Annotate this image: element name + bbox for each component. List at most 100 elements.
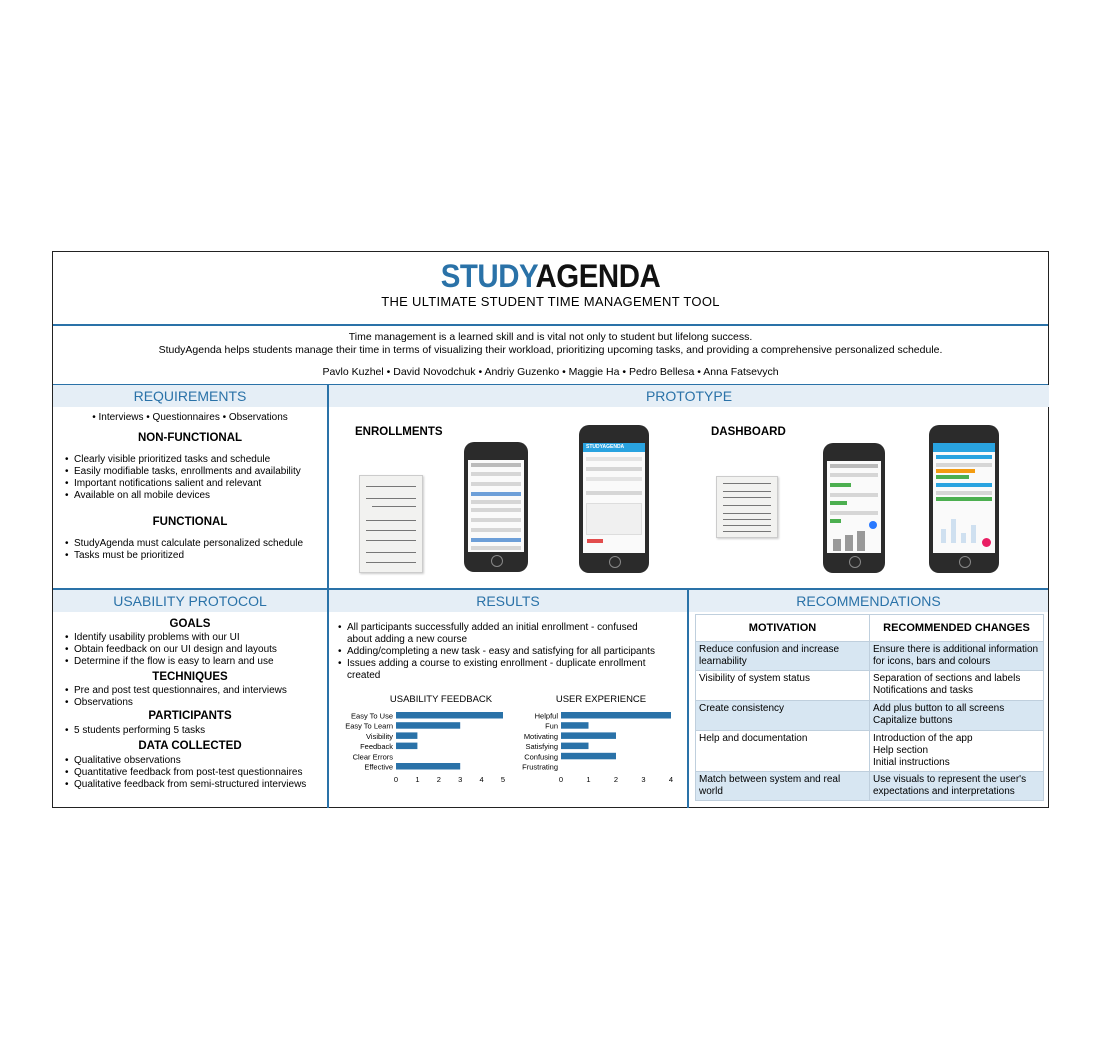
category-label: Feedback xyxy=(360,742,393,751)
results-panel: RESULTS All participants successfully ad… xyxy=(329,590,687,808)
prototype-panel: PROTOTYPE ENROLLMENTS DASHBOARD STUDYAGE… xyxy=(329,385,1049,588)
category-label: Motivating xyxy=(524,732,558,741)
category-label: Clear Errors xyxy=(353,752,394,761)
category-label: Visibility xyxy=(366,732,393,741)
change-line: Notifications and tasks xyxy=(873,685,974,696)
change-line: Ensure there is additional information f… xyxy=(873,644,1039,667)
intro: Time management is a learned skill and i… xyxy=(53,326,1048,386)
table-row: Reduce confusion and increase learnabili… xyxy=(695,641,1044,671)
changes-cell: Separation of sections and labels Notific… xyxy=(869,670,1044,701)
bar xyxy=(396,712,503,719)
dashboard-wireframe-phone xyxy=(823,443,885,573)
tick-label: 0 xyxy=(394,775,398,784)
category-label: Easy To Use xyxy=(351,712,393,721)
subtitle: THE ULTIMATE STUDENT TIME MANAGEMENT TOO… xyxy=(381,294,720,309)
change-line: Introduction of the app xyxy=(873,733,973,744)
chart-title: USABILITY FEEDBACK xyxy=(390,694,493,705)
list-item: Qualitative feedback from semi-structure… xyxy=(63,779,327,791)
requirements-title: REQUIREMENTS xyxy=(53,385,327,407)
chart-0: USABILITY FEEDBACK Easy To UseEasy To Lea… xyxy=(345,694,505,784)
list-item: All participants successfully added an i… xyxy=(336,622,657,646)
intro-line-1: Time management is a learned skill and i… xyxy=(348,331,753,343)
techniques-heading: TECHNIQUES xyxy=(152,671,228,683)
change-line: Capitalize buttons xyxy=(873,715,953,726)
goals-heading: GOALS xyxy=(169,618,211,630)
table-row: Visibility of system status Separation o… xyxy=(695,670,1044,701)
motivation-cell: Create consistency xyxy=(695,700,870,731)
dashboard-paper-sketch xyxy=(716,476,778,538)
bar xyxy=(561,752,616,760)
change-line: Separation of sections and labels xyxy=(873,673,1021,684)
bar xyxy=(561,732,616,739)
changes-cell: Add plus button to all screens Capitalize… xyxy=(869,700,1044,731)
list-item: Tasks must be prioritized xyxy=(63,550,327,562)
usability-title: USABILITY PROTOCOL xyxy=(53,590,327,612)
nonfunctional-heading: NON-FUNCTIONAL xyxy=(137,432,243,444)
tick-label: 2 xyxy=(437,775,441,784)
tick-label: 2 xyxy=(614,775,618,784)
enrollments-app-phone: STUDYAGENDA xyxy=(579,425,649,573)
table-row: Create consistency Add plus button to al… xyxy=(695,700,1044,731)
category-label: Satisfying xyxy=(525,742,558,751)
bar xyxy=(561,742,589,750)
tick-label: 4 xyxy=(480,775,484,784)
list-item: Qualitative observations xyxy=(63,755,327,767)
tick-label: 1 xyxy=(586,775,590,784)
recommendations-panel: RECOMMENDATIONS MOTIVATION RECOMMENDED C… xyxy=(689,590,1048,808)
poster-header: STUDYAGENDA THE ULTIMATE STUDENT TIME MA… xyxy=(53,252,1048,326)
authors: Pavlo Kuzhel • David Novodchuk • Andriy … xyxy=(322,366,779,378)
list-item: Identify usability problems with our UI xyxy=(63,632,327,644)
nonfunctional-list: Clearly visible prioritized tasks and sc… xyxy=(63,454,327,502)
participants-heading: PARTICIPANTS xyxy=(148,710,232,722)
chart-1: USER EXPERIENCE HelpfulFunMotivatingSatis… xyxy=(522,694,673,784)
bar xyxy=(396,742,418,750)
usability-panel: USABILITY PROTOCOL GOALS Identify usabil… xyxy=(53,590,327,808)
col-changes: RECOMMENDED CHANGES xyxy=(869,614,1044,642)
recommendations-title: RECOMMENDATIONS xyxy=(689,590,1048,612)
results-title: RESULTS xyxy=(329,590,687,612)
changes-cell: Ensure there is additional information f… xyxy=(869,641,1044,671)
bar xyxy=(396,763,461,770)
tick-label: 3 xyxy=(458,775,462,784)
table-row: Match between system and real world Use … xyxy=(695,771,1044,801)
bar xyxy=(396,722,461,729)
techniques-list: Pre and post test questionnaires, and in… xyxy=(63,685,327,709)
list-item: Obtain feedback on our UI design and lay… xyxy=(63,644,327,656)
list-item: Clearly visible prioritized tasks and sc… xyxy=(63,454,327,466)
intro-line-2: StudyAgenda helps students manage their … xyxy=(158,344,943,356)
list-item: StudyAgenda must calculate personalized … xyxy=(63,538,327,550)
bar xyxy=(396,732,418,739)
list-item: Determine if the flow is easy to learn a… xyxy=(63,656,327,668)
list-item: Observations xyxy=(63,697,327,709)
goals-list: Identify usability problems with our UI … xyxy=(63,632,327,668)
list-item: Quantitative feedback from post-test que… xyxy=(63,767,327,779)
change-line: Add plus button to all screens xyxy=(873,703,1005,714)
list-item: 5 students performing 5 tasks xyxy=(63,725,327,737)
tick-label: 1 xyxy=(415,775,419,784)
list-item: Adding/completing a new task - easy and … xyxy=(336,646,657,658)
poster: STUDYAGENDA THE ULTIMATE STUDENT TIME MA… xyxy=(52,251,1049,808)
category-label: Fun xyxy=(545,722,558,731)
app-logo-study: STUDY xyxy=(586,444,603,450)
tick-label: 3 xyxy=(641,775,645,784)
motivation-cell: Help and documentation xyxy=(695,730,870,772)
change-line: Initial instructions xyxy=(873,757,950,768)
list-item: Important notifications salient and rele… xyxy=(63,478,327,490)
results-charts: USABILITY FEEDBACK Easy To UseEasy To Lea… xyxy=(345,694,673,784)
logo-study: STUDY xyxy=(440,258,536,294)
motivation-cell: Reduce confusion and increase learnabili… xyxy=(695,641,870,671)
category-label: Easy To Learn xyxy=(345,722,393,731)
list-item: Pre and post test questionnaires, and in… xyxy=(63,685,327,697)
recommendations-table: MOTIVATION RECOMMENDED CHANGES Reduce co… xyxy=(695,614,1044,801)
logo-agenda: AGENDA xyxy=(535,258,661,294)
enrollments-label: ENROLLMENTS xyxy=(355,426,443,438)
dashboard-app-phone xyxy=(929,425,999,573)
bar xyxy=(561,722,589,729)
app-logo-agenda: AGENDA xyxy=(602,444,625,450)
requirements-panel: REQUIREMENTS • Interviews • Questionnair… xyxy=(53,385,327,588)
motivation-cell: Match between system and real world xyxy=(695,771,870,801)
tick-label: 5 xyxy=(501,775,505,784)
category-label: Helpful xyxy=(535,712,559,721)
results-list: All participants successfully added an i… xyxy=(336,622,657,682)
functional-heading: FUNCTIONAL xyxy=(152,516,228,528)
